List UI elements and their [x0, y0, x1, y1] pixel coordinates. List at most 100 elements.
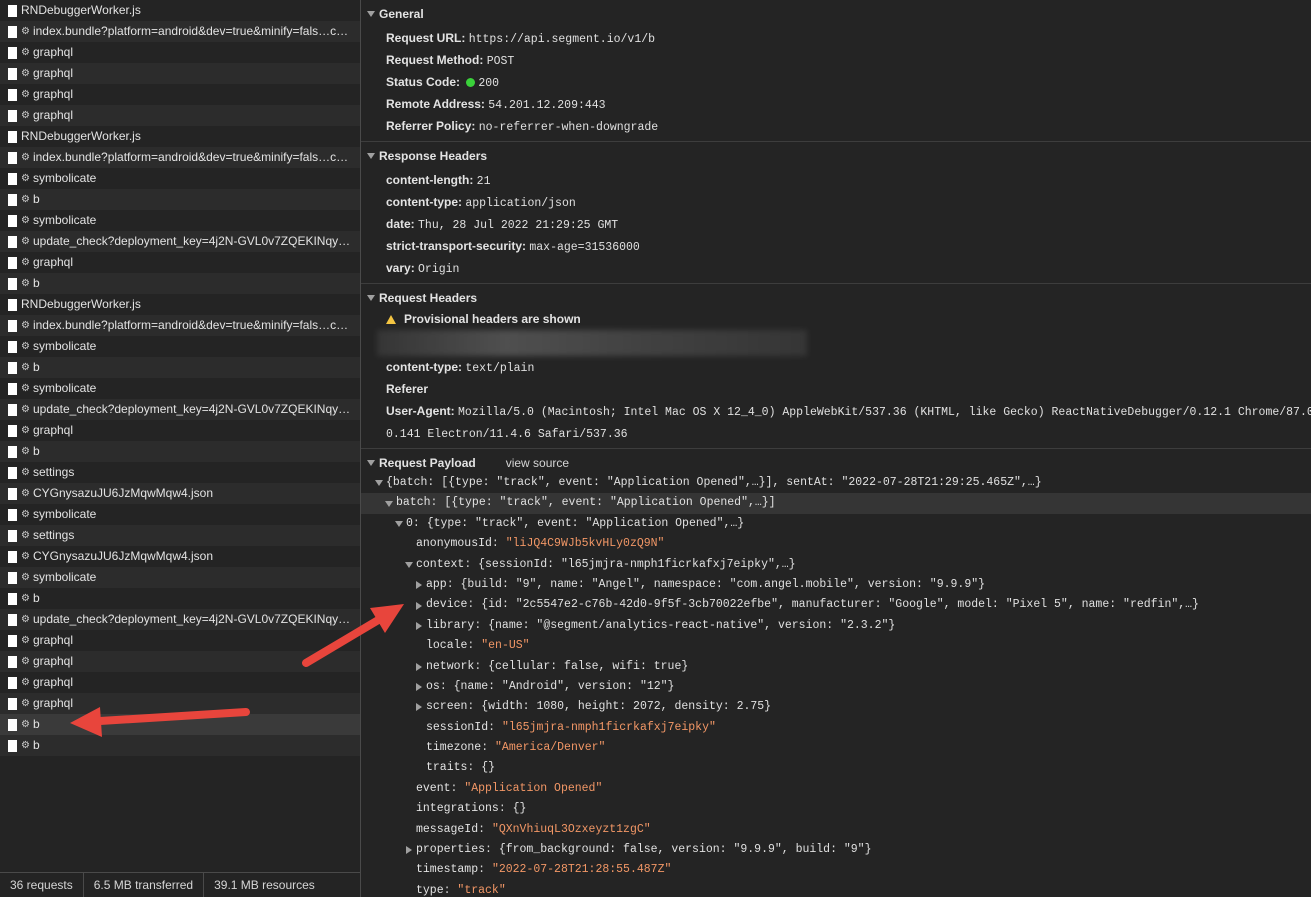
collapsed-triangle-icon[interactable] [415, 621, 422, 630]
collapsed-triangle-icon[interactable] [415, 581, 422, 590]
request-row[interactable]: ⚙ index.bundle?platform=android&dev=true&… [0, 315, 360, 336]
collapsed-triangle-icon[interactable] [415, 662, 422, 671]
request-name: RNDebuggerWorker.js [21, 3, 141, 17]
payload-value: [{type: "track", event: "Application Ope… [444, 496, 776, 510]
payload-key: event [416, 781, 451, 795]
header-key: strict-transport-security: [386, 239, 527, 253]
document-icon [8, 697, 17, 710]
request-row[interactable]: ⚙ graphql [0, 63, 360, 84]
expand-triangle-icon[interactable] [384, 500, 393, 507]
header-key: vary: [386, 261, 415, 275]
request-name: CYGnysazuJU6JzMqwMqw4.json [32, 486, 214, 500]
header-value: application/json [465, 197, 576, 210]
general-section-header[interactable]: General [361, 4, 1311, 24]
payload-node[interactable]: batch: [{type: "track", event: "Applicat… [361, 493, 1311, 514]
expand-triangle-icon[interactable] [374, 480, 383, 487]
request-row[interactable]: ⚙ update_check?deployment_key=4j2N-GVL0v7… [0, 399, 360, 420]
payload-node[interactable]: context: {sessionId: "l65jmjra-nmph1ficr… [361, 555, 1311, 575]
document-icon [8, 592, 17, 605]
request-row[interactable]: ⚙ b [0, 735, 360, 756]
request-row[interactable]: ⚙ symbolicate [0, 504, 360, 525]
collapsed-triangle-icon[interactable] [405, 846, 412, 855]
request-row[interactable]: ⚙ graphql [0, 420, 360, 441]
request-name: b [32, 717, 40, 731]
request-row[interactable]: ⚙ CYGnysazuJU6JzMqwMqw4.json [0, 546, 360, 567]
request-row[interactable]: ⚙ graphql [0, 252, 360, 273]
collapsed-triangle-icon[interactable] [415, 683, 422, 692]
payload-node[interactable]: os: {name: "Android", version: "12"} [361, 677, 1311, 697]
request-row[interactable]: RNDebuggerWorker.js [0, 126, 360, 147]
request-row[interactable]: ⚙ settings [0, 462, 360, 483]
gear-icon: ⚙ [21, 677, 30, 688]
request-payload-section-header[interactable]: Request Payload view source [361, 453, 1311, 473]
request-row[interactable]: ⚙ graphql [0, 84, 360, 105]
payload-node[interactable]: device: {id: "2c5547e2-c76b-42d0-9f5f-3c… [361, 595, 1311, 615]
document-icon [8, 550, 17, 563]
payload-key: sessionId [426, 720, 489, 734]
payload-key: screen [426, 700, 468, 714]
request-row[interactable]: ⚙ b [0, 273, 360, 294]
payload-key: app [426, 577, 447, 591]
gear-icon: ⚙ [21, 257, 30, 268]
request-row[interactable]: ⚙ CYGnysazuJU6JzMqwMqw4.json [0, 483, 360, 504]
request-row[interactable]: ⚙ b [0, 588, 360, 609]
request-row[interactable]: ⚙ settings [0, 525, 360, 546]
request-row[interactable]: ⚙ graphql [0, 672, 360, 693]
gear-icon: ⚙ [21, 530, 30, 541]
request-row[interactable]: ⚙ graphql [0, 105, 360, 126]
request-row[interactable]: ⚙ index.bundle?platform=android&dev=true&… [0, 147, 360, 168]
request-row[interactable]: ⚙ symbolicate [0, 210, 360, 231]
payload-value: {batch: [{type: "track", event: "Applica… [386, 476, 1042, 489]
payload-node[interactable]: {batch: [{type: "track", event: "Applica… [361, 473, 1311, 493]
collapsed-triangle-icon[interactable] [415, 703, 422, 712]
request-row[interactable]: ⚙ index.bundle?platform=android&dev=true&… [0, 21, 360, 42]
gear-icon: ⚙ [21, 68, 30, 79]
warning-icon [386, 315, 396, 324]
request-row[interactable]: ⚙ graphql [0, 630, 360, 651]
request-row[interactable]: ⚙ symbolicate [0, 168, 360, 189]
request-name: graphql [32, 633, 73, 647]
request-row[interactable]: RNDebuggerWorker.js [0, 294, 360, 315]
request-row[interactable]: ⚙ graphql [0, 651, 360, 672]
section-title: Request Payload [379, 456, 476, 470]
request-row[interactable]: ⚙ update_check?deployment_key=4j2N-GVL0v7… [0, 231, 360, 252]
gear-icon: ⚙ [21, 278, 30, 289]
document-icon [8, 487, 17, 500]
request-row[interactable]: ⚙ b [0, 441, 360, 462]
request-row[interactable]: ⚙ symbolicate [0, 336, 360, 357]
request-row[interactable]: ⚙ graphql [0, 693, 360, 714]
payload-key: integrations [416, 802, 499, 816]
request-row[interactable]: ⚙ symbolicate [0, 567, 360, 588]
document-icon [8, 67, 17, 80]
request-row[interactable]: ⚙ b [0, 714, 360, 735]
request-headers-section-header[interactable]: Request Headers [361, 288, 1311, 308]
payload-node[interactable]: app: {build: "9", name: "Angel", namespa… [361, 575, 1311, 595]
payload-node[interactable]: screen: {width: 1080, height: 2072, dens… [361, 697, 1311, 717]
payload-node[interactable]: properties: {from_background: false, ver… [361, 840, 1311, 860]
section-title: Response Headers [379, 149, 488, 163]
payload-node[interactable]: library: {name: "@segment/analytics-reac… [361, 616, 1311, 636]
request-name: symbolicate [32, 507, 97, 521]
response-headers-section-header[interactable]: Response Headers [361, 146, 1311, 166]
request-row[interactable]: ⚙ symbolicate [0, 378, 360, 399]
payload-value: {id: "2c5547e2-c76b-42d0-9f5f-3cb70022ef… [481, 598, 1199, 612]
expand-triangle-icon[interactable] [404, 561, 413, 568]
request-list: RNDebuggerWorker.js ⚙ index.bundle?platfor… [0, 0, 360, 756]
document-icon [8, 256, 17, 269]
request-row[interactable]: RNDebuggerWorker.js [0, 0, 360, 21]
request-row[interactable]: ⚙ graphql [0, 42, 360, 63]
gear-icon: ⚙ [21, 152, 30, 163]
document-icon [8, 361, 17, 374]
gear-icon: ⚙ [21, 173, 30, 184]
collapsed-triangle-icon[interactable] [415, 601, 422, 610]
gear-icon: ⚙ [21, 446, 30, 457]
view-source-link[interactable]: view source [506, 453, 569, 473]
payload-node[interactable]: 0: {type: "track", event: "Application O… [361, 514, 1311, 534]
request-row[interactable]: ⚙ b [0, 189, 360, 210]
request-row[interactable]: ⚙ b [0, 357, 360, 378]
request-name: b [32, 591, 40, 605]
header-value: Thu, 28 Jul 2022 21:29:25 GMT [418, 219, 619, 232]
expand-triangle-icon[interactable] [394, 520, 403, 527]
payload-node[interactable]: network: {cellular: false, wifi: true} [361, 657, 1311, 677]
request-row[interactable]: ⚙ update_check?deployment_key=4j2N-GVL0v7… [0, 609, 360, 630]
